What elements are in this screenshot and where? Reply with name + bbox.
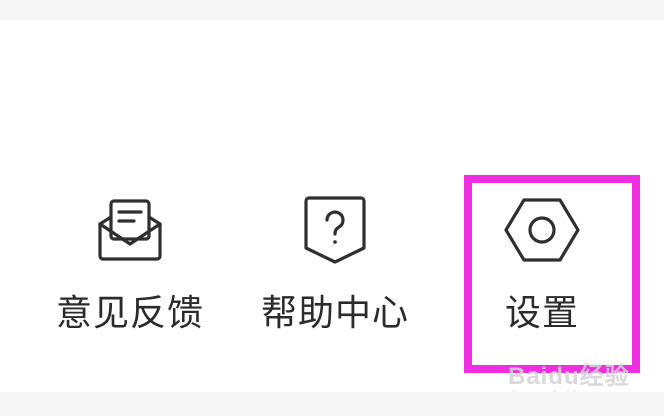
settings-button[interactable]: 设置 (452, 190, 632, 360)
settings-label: 设置 (504, 293, 579, 334)
feedback-label: 意见反馈 (55, 293, 204, 334)
watermark-text: Baidu经验 (508, 363, 630, 390)
bottom-divider-band (0, 392, 664, 416)
help-center-button[interactable]: 帮助中心 (245, 190, 425, 360)
top-divider-band (0, 0, 664, 20)
question-shield-icon (295, 190, 375, 270)
feedback-button[interactable]: 意见反馈 (40, 190, 220, 360)
envelope-letter-icon (90, 190, 170, 270)
help-center-label: 帮助中心 (260, 293, 409, 334)
hexagon-gear-icon (502, 190, 582, 270)
